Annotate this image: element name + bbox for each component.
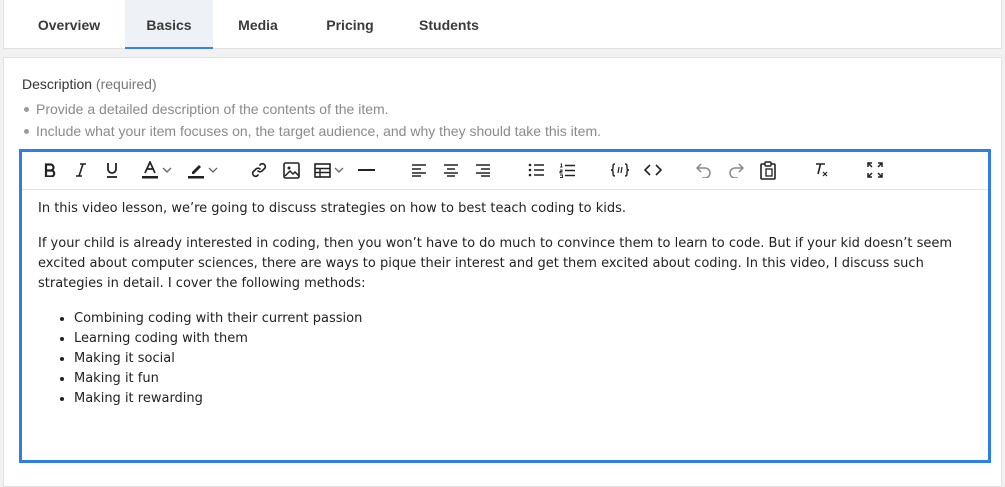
description-label: Description (required) — [22, 76, 157, 92]
undo-icon[interactable] — [694, 158, 714, 182]
tab-students[interactable]: Students — [399, 0, 499, 49]
horizontal-rule-icon[interactable] — [356, 158, 376, 182]
fullscreen-icon[interactable] — [865, 158, 885, 182]
underline-icon[interactable] — [104, 158, 120, 182]
chevron-down-icon — [208, 167, 217, 173]
highlight-icon[interactable] — [182, 158, 222, 182]
chevron-down-icon — [334, 167, 344, 173]
code-view-icon[interactable] — [642, 158, 664, 182]
image-icon[interactable] — [281, 158, 301, 182]
tab-bar: Overview Basics Media Pricing Students — [3, 0, 1002, 49]
list-item: Making it social — [74, 349, 968, 369]
editor-paragraph: If your child is already interested in c… — [38, 236, 953, 291]
align-left-icon[interactable] — [410, 158, 428, 182]
bold-icon[interactable] — [41, 158, 59, 182]
redo-icon[interactable] — [726, 158, 746, 182]
editor-bullet-list: Combining coding with their current pass… — [38, 309, 968, 409]
editor-paragraph: In this video lesson, we’re going to dis… — [38, 201, 627, 216]
align-right-icon[interactable] — [474, 158, 492, 182]
list-item: Making it rewarding — [74, 389, 968, 409]
text-color-icon[interactable] — [134, 158, 178, 182]
list-item: Making it fun — [74, 369, 968, 389]
chevron-down-icon — [162, 167, 171, 173]
hint-item: Include what your item focuses on, the t… — [22, 123, 601, 145]
list-item: Learning coding with them — [74, 329, 968, 349]
hint-item: Provide a detailed description of the co… — [22, 101, 601, 123]
editor-content[interactable]: In this video lesson, we’re going to dis… — [38, 199, 968, 409]
description-section: Description (required) Provide a detaile… — [3, 57, 1002, 487]
tab-media[interactable]: Media — [216, 0, 300, 49]
italic-icon[interactable] — [73, 158, 89, 182]
code-block-icon[interactable] — [609, 158, 631, 182]
clear-format-icon[interactable] — [812, 158, 832, 182]
bullet-list-icon[interactable] — [527, 158, 545, 182]
list-item: Combining coding with their current pass… — [74, 309, 968, 329]
tab-pricing[interactable]: Pricing — [304, 0, 396, 49]
editor-toolbar — [22, 152, 988, 190]
link-icon[interactable] — [249, 158, 269, 182]
required-indicator: (required) — [95, 76, 157, 92]
numbered-list-icon[interactable] — [558, 158, 576, 182]
paste-icon[interactable] — [758, 158, 778, 182]
hint-list: Provide a detailed description of the co… — [22, 101, 601, 145]
tab-overview[interactable]: Overview — [16, 0, 122, 49]
table-icon[interactable] — [311, 158, 347, 182]
align-center-icon[interactable] — [442, 158, 460, 182]
description-label-text: Description — [22, 76, 93, 92]
rich-text-editor[interactable]: In this video lesson, we’re going to dis… — [19, 149, 991, 463]
tab-basics[interactable]: Basics — [125, 0, 213, 49]
